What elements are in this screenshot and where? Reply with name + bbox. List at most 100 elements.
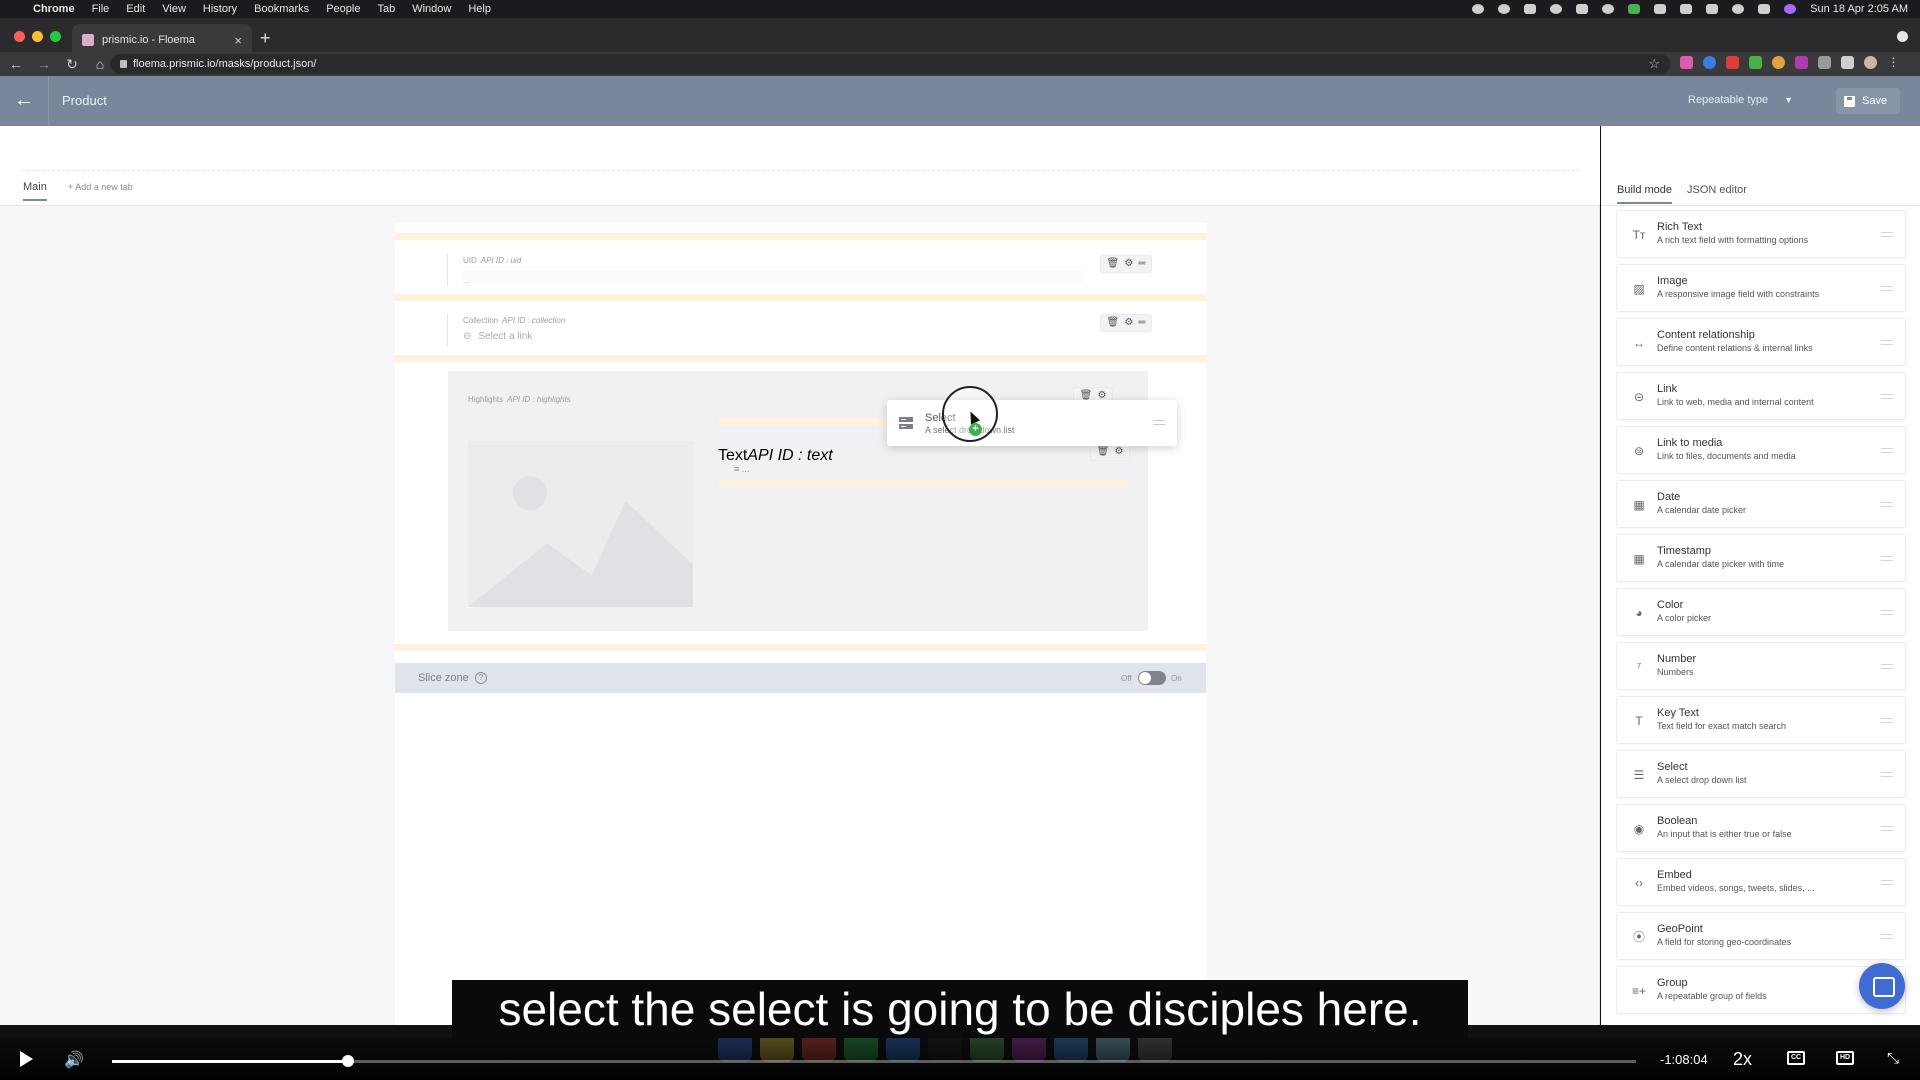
menu-view[interactable]: View: [162, 3, 186, 15]
widget-select[interactable]: ☰ Select A select drop down list: [1616, 750, 1906, 798]
widget-key-text[interactable]: T Key Text Text field for exact match sear…: [1616, 696, 1906, 744]
hd-icon[interactable]: HD: [1836, 1051, 1854, 1065]
tray-record-icon[interactable]: [1472, 4, 1485, 14]
widget-rich-text[interactable]: Tт Rich Text A rich text field with format…: [1616, 210, 1906, 258]
tray-app-icon[interactable]: [1550, 4, 1563, 14]
menu-clock[interactable]: Sun 18 Apr 2:05 AM: [1810, 3, 1908, 15]
slice-zone-toggle[interactable]: [1138, 671, 1166, 685]
close-tab-icon[interactable]: ×: [234, 33, 242, 48]
tab-json-editor[interactable]: JSON editor: [1687, 184, 1747, 196]
extension-icon[interactable]: [1795, 56, 1808, 69]
save-button[interactable]: Save: [1836, 88, 1900, 114]
back-icon[interactable]: ←: [4, 56, 28, 72]
drag-handle-icon[interactable]: [1881, 394, 1893, 399]
lock-icon[interactable]: [120, 60, 127, 68]
back-arrow-icon[interactable]: ←: [12, 89, 36, 112]
captions-icon[interactable]: CC: [1787, 1051, 1805, 1065]
new-tab-icon[interactable]: +: [260, 28, 271, 49]
home-icon[interactable]: ⌂: [88, 56, 112, 72]
tab-build-mode[interactable]: Build mode: [1617, 184, 1673, 204]
menu-help[interactable]: Help: [468, 3, 491, 15]
reload-icon[interactable]: ↻: [60, 56, 84, 73]
collection-field[interactable]: Collection API ID : collection ⊝ Select a …: [395, 314, 1206, 352]
tray-cloud-icon[interactable]: [1524, 4, 1537, 14]
collection-link-input[interactable]: ⊝ Select a link: [463, 331, 532, 342]
trash-icon[interactable]: 🗑: [1107, 259, 1120, 269]
volume-icon[interactable]: 🔊: [64, 1050, 84, 1070]
uid-field[interactable]: UID API ID : uid ... 🗑 ⚙ ═: [395, 254, 1206, 292]
playback-speed-button[interactable]: 2x: [1733, 1049, 1752, 1070]
drag-handle-icon[interactable]: [1881, 772, 1893, 777]
drag-handle-icon[interactable]: [1881, 664, 1893, 669]
drag-handle-icon[interactable]: [1881, 502, 1893, 507]
drag-handle-icon[interactable]: [1881, 232, 1893, 237]
widget-date[interactable]: ▦ Date A calendar date picker: [1616, 480, 1906, 528]
gear-icon[interactable]: ⚙: [1124, 259, 1133, 269]
siri-icon[interactable]: [1784, 4, 1797, 14]
drop-zone[interactable]: [395, 644, 1206, 651]
gear-icon[interactable]: ⚙: [1124, 318, 1133, 328]
bluetooth-icon[interactable]: [1680, 4, 1693, 14]
trash-icon[interactable]: 🗑: [1107, 318, 1120, 328]
drag-handle-icon[interactable]: [1881, 718, 1893, 723]
drag-handle-icon[interactable]: [1881, 610, 1893, 615]
menu-people[interactable]: People: [326, 3, 360, 15]
widget-content-relationship[interactable]: ↔ Content relationship Define content rela…: [1616, 318, 1906, 366]
drag-handle-icon[interactable]: [1881, 880, 1893, 885]
widget-timestamp[interactable]: ▦ Timestamp A calendar date picker with ti…: [1616, 534, 1906, 582]
drag-handle-icon[interactable]: [1881, 934, 1893, 939]
widget-number[interactable]: ⁷ Number Numbers: [1616, 642, 1906, 690]
drop-zone[interactable]: [395, 294, 1206, 301]
address-bar[interactable]: floema.prismic.io/masks/product.json/ ☆: [110, 54, 1670, 74]
drag-handle-icon[interactable]: ═: [1138, 259, 1145, 269]
menu-bookmarks[interactable]: Bookmarks: [254, 3, 309, 15]
dragged-select-widget[interactable]: Select A select drop down list: [887, 400, 1177, 446]
exit-fullscreen-icon[interactable]: ⤡: [1887, 1050, 1899, 1067]
drag-handle-icon[interactable]: [1153, 420, 1165, 425]
extension-icon[interactable]: [1703, 56, 1716, 69]
extension-icon[interactable]: [1772, 56, 1785, 69]
menu-file[interactable]: File: [92, 3, 110, 15]
minimize-window-icon[interactable]: [32, 31, 43, 42]
drop-zone[interactable]: [395, 233, 1206, 240]
drag-handle-icon[interactable]: [1881, 826, 1893, 831]
add-tab-link[interactable]: + Add a new tab: [68, 182, 133, 192]
battery-icon[interactable]: [1654, 4, 1667, 14]
menu-app-name[interactable]: Chrome: [33, 3, 75, 15]
text-field[interactable]: TextAPI ID : text ≡ ... 🗑 ⚙: [718, 443, 1130, 477]
tray-upload-icon[interactable]: [1576, 4, 1589, 14]
drag-handle-icon[interactable]: [1881, 448, 1893, 453]
drag-handle-icon[interactable]: [1881, 286, 1893, 291]
tray-creative-cloud-icon[interactable]: [1498, 4, 1511, 14]
tab-main[interactable]: Main: [23, 181, 47, 201]
bookmark-star-icon[interactable]: ☆: [1648, 56, 1660, 72]
menu-tab[interactable]: Tab: [377, 3, 395, 15]
control-center-icon[interactable]: [1758, 4, 1771, 14]
drag-handle-icon[interactable]: ═: [1138, 318, 1145, 328]
spotlight-icon[interactable]: [1732, 4, 1745, 14]
gear-icon[interactable]: ⚙: [1114, 447, 1123, 457]
widget-link-to-media[interactable]: ⊜ Link to media Link to files, documents a…: [1616, 426, 1906, 474]
help-icon[interactable]: ?: [475, 672, 487, 684]
widget-embed[interactable]: ‹› Embed Embed videos, songs, tweets, slid…: [1616, 858, 1906, 906]
widget-image[interactable]: ▨ Image A responsive image field with cons…: [1616, 264, 1906, 312]
play-icon[interactable]: [20, 1051, 33, 1067]
close-window-icon[interactable]: [14, 31, 25, 42]
tray-flag-icon[interactable]: [1628, 4, 1641, 14]
widget-geopoint[interactable]: ⦿ GeoPoint A field for storing geo-coordin…: [1616, 912, 1906, 960]
extension-icon[interactable]: [1749, 56, 1762, 69]
drop-zone[interactable]: [395, 355, 1206, 362]
repeatable-type-select[interactable]: Repeatable type ▼: [1688, 94, 1793, 106]
drag-handle-icon[interactable]: [1881, 556, 1893, 561]
trash-icon[interactable]: 🗑: [1097, 447, 1110, 457]
browser-menu-icon[interactable]: ⋮: [1887, 56, 1900, 69]
drag-handle-icon[interactable]: [1881, 340, 1893, 345]
tray-play-icon[interactable]: [1602, 4, 1615, 14]
menu-history[interactable]: History: [203, 3, 237, 15]
menu-window[interactable]: Window: [412, 3, 451, 15]
extension-icon[interactable]: [1818, 56, 1831, 69]
puzzle-icon[interactable]: [1841, 56, 1854, 69]
uid-field-input[interactable]: ...: [463, 270, 1083, 285]
widget-color[interactable]: ◕ Color A color picker: [1616, 588, 1906, 636]
progress-thumb[interactable]: [342, 1055, 355, 1067]
